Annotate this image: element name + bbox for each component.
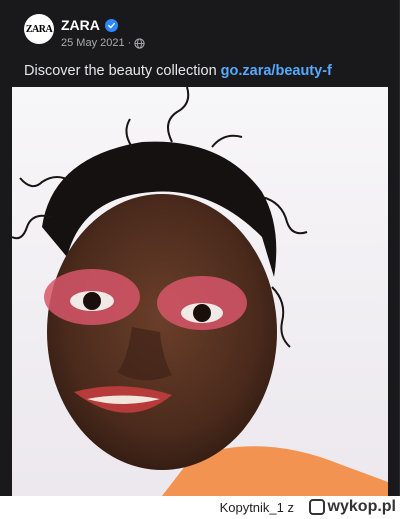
meta-separator: · <box>127 37 132 49</box>
avatar[interactable]: ZARA <box>24 14 54 44</box>
caption-link[interactable]: go.zara/beauty-f <box>221 63 332 79</box>
avatar-logo: ZARA <box>25 23 53 35</box>
author-row: ZARA <box>61 17 118 33</box>
post-header: ZARA ZARA 25 May 2021 · <box>24 14 364 54</box>
post-caption: Discover the beauty collection go.zara/b… <box>24 62 384 80</box>
post-photo[interactable] <box>12 87 388 496</box>
wykop-watermark: wykop.pl <box>308 498 396 516</box>
wykop-site-name: wykop.pl <box>327 498 396 515</box>
facebook-post: ZARA ZARA 25 May 2021 · Discover the bea… <box>0 0 400 496</box>
uploader-credit: Kopytnik_1 z <box>219 500 294 515</box>
watermark-bar: Kopytnik_1 z wykop.pl <box>0 496 400 519</box>
author-name[interactable]: ZARA <box>61 17 100 33</box>
wykop-logo-icon <box>308 499 325 515</box>
caption-text: Discover the beauty collection <box>24 63 217 79</box>
globe-icon <box>134 37 145 49</box>
verified-badge-icon <box>104 18 118 32</box>
post-date[interactable]: 25 May 2021 <box>61 37 125 49</box>
post-meta: 25 May 2021 · <box>61 37 145 49</box>
